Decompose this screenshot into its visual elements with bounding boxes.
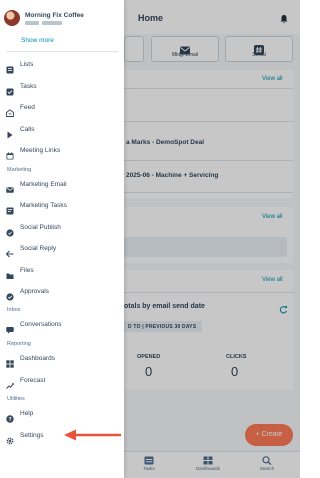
nav-item-meeting-links[interactable]: Meeting Links (0, 144, 124, 160)
section-header-utilities: Utilities (7, 396, 25, 402)
tasks-icon (6, 83, 14, 96)
nav-label: Help (20, 410, 34, 417)
nav-label: Meeting Links (20, 147, 61, 154)
nav-label: Forecast (20, 377, 46, 384)
nav-item-calls[interactable]: Calls (0, 123, 124, 139)
nav-item-tasks[interactable]: Tasks (0, 80, 124, 96)
email-icon (6, 181, 14, 193)
calls-icon (6, 126, 14, 139)
nav-item-files[interactable]: Files (0, 264, 124, 280)
nav-item-marketing-tasks[interactable]: Marketing Tasks (0, 199, 124, 215)
show-more-link[interactable]: Show more (21, 37, 54, 44)
divider (6, 51, 118, 52)
nav-label: Feed (20, 104, 35, 111)
dashboards-icon (6, 355, 14, 368)
lists-icon (6, 61, 14, 74)
nav-label: Marketing Tasks (20, 202, 67, 209)
help-icon: ? (6, 410, 14, 423)
nav-item-dashboards[interactable]: Dashboards (0, 352, 124, 368)
nav-item-feed[interactable]: Feed (0, 101, 124, 117)
feed-icon (6, 104, 14, 117)
settings-icon (6, 432, 14, 445)
nav-label: Social Reply (20, 245, 57, 252)
reply-icon (5, 245, 14, 258)
forecast-icon (6, 377, 14, 389)
redacted-text (25, 21, 39, 25)
conversations-icon (6, 321, 14, 334)
nav-label: Lists (20, 61, 34, 68)
redacted-text (42, 21, 62, 25)
section-header-reporting: Reporting (7, 341, 31, 347)
nav-item-lists[interactable]: Lists (0, 58, 124, 74)
avatar (4, 10, 20, 26)
nav-label: Marketing Email (20, 181, 67, 188)
nav-label: Approvals (20, 288, 49, 295)
marketing-tasks-icon (6, 202, 14, 215)
nav-item-approvals[interactable]: Approvals (0, 285, 124, 301)
annotation-arrow-icon (64, 428, 122, 446)
account-name: Morning Fix Coffee (25, 12, 84, 19)
calendar-icon (6, 147, 14, 160)
section-header-marketing: Marketing (7, 167, 32, 173)
social-publish-icon (6, 224, 14, 237)
nav-item-social-publish[interactable]: Social Publish (0, 221, 124, 237)
approvals-icon (6, 288, 14, 301)
nav-label: Settings (20, 432, 44, 439)
nav-item-marketing-email[interactable]: Marketing Email (0, 178, 124, 194)
nav-label: Conversations (20, 321, 62, 328)
nav-label: Social Publish (20, 224, 61, 231)
nav-label: Calls (20, 126, 35, 133)
nav-item-social-reply[interactable]: Social Reply (0, 242, 124, 258)
nav-item-conversations[interactable]: Conversations (0, 318, 124, 334)
files-icon (6, 267, 14, 279)
nav-label: Tasks (20, 83, 37, 90)
nav-label: Files (20, 267, 34, 274)
nav-label: Dashboards (20, 355, 56, 362)
navigation-drawer: Morning Fix Coffee Show more Lists Tasks… (0, 0, 124, 478)
section-header-inbox: Inbox (7, 307, 21, 313)
nav-item-forecast[interactable]: Forecast (0, 374, 124, 390)
nav-item-help[interactable]: ? Help (0, 407, 124, 423)
